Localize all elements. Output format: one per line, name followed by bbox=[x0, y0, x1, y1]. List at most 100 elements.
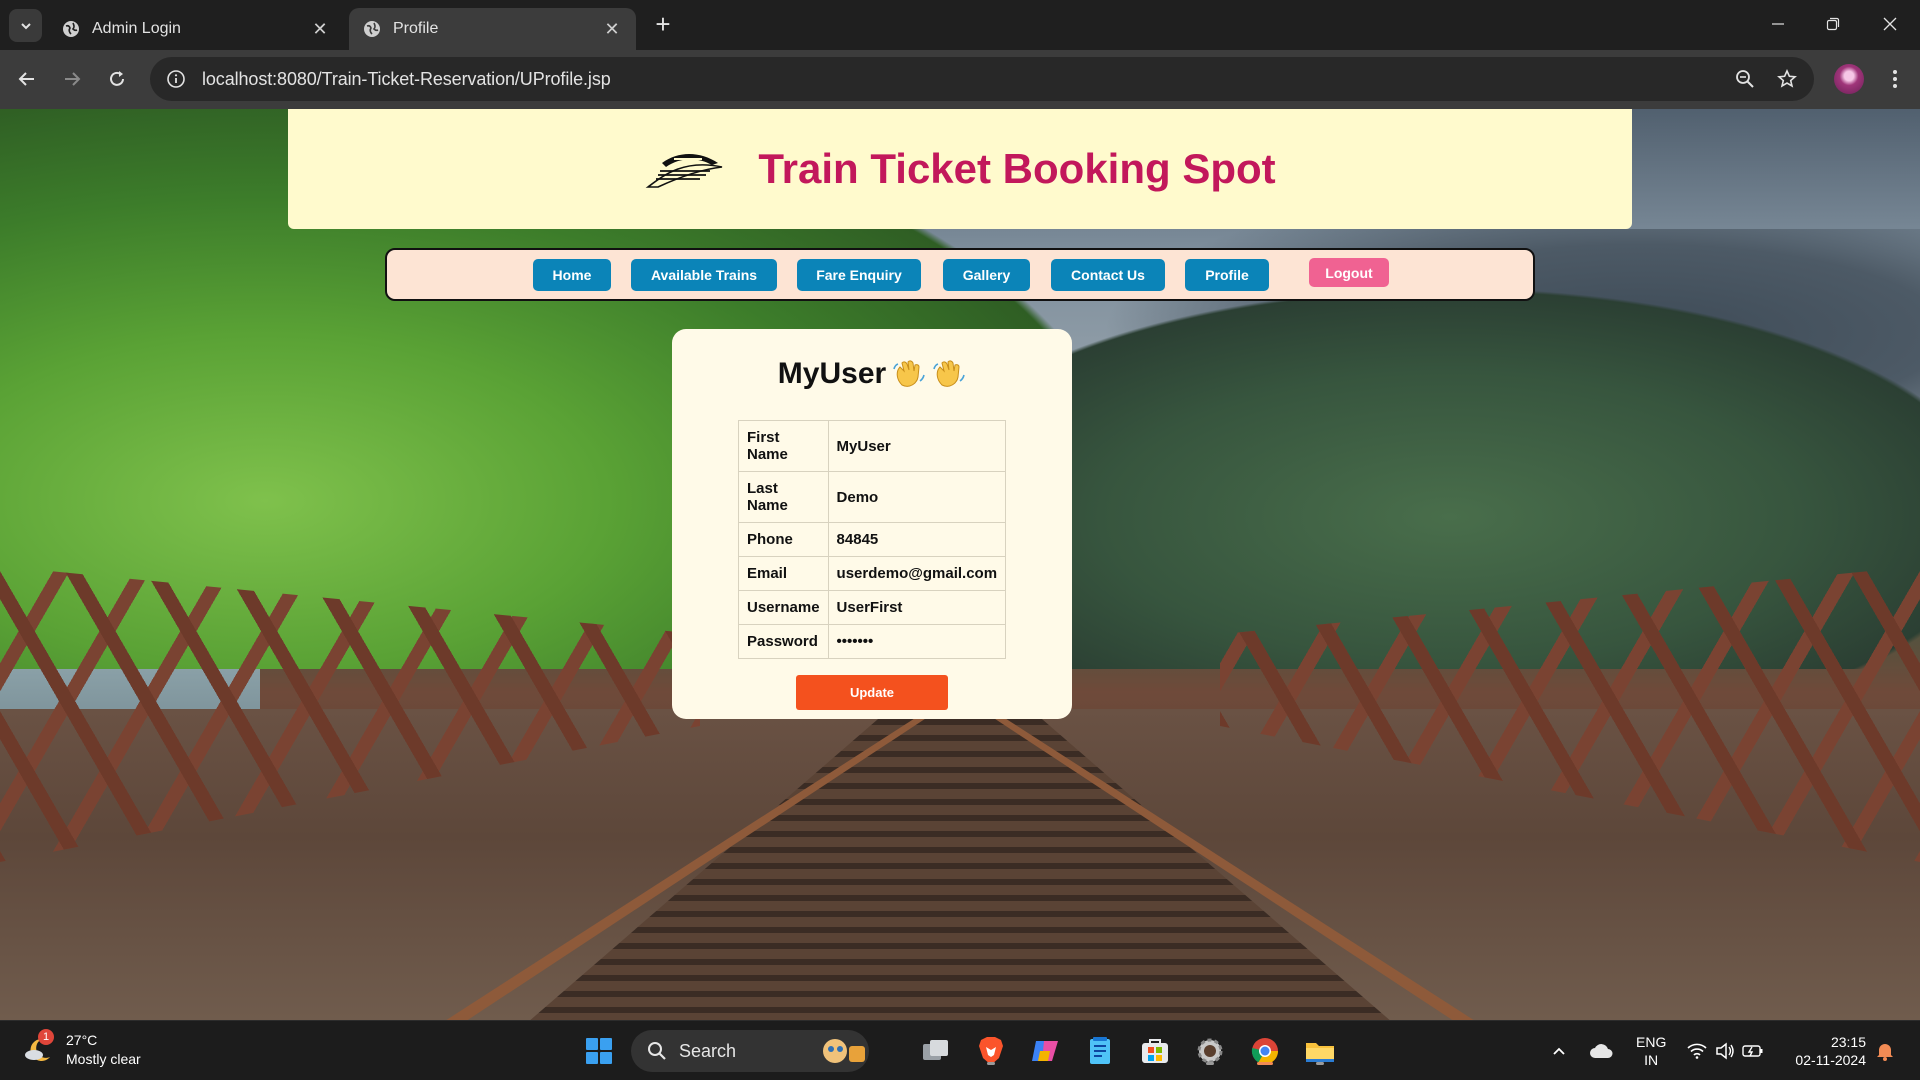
search-highlight-icon bbox=[823, 1039, 865, 1063]
back-button[interactable] bbox=[10, 62, 44, 96]
running-indicator bbox=[1206, 1062, 1214, 1065]
lang-code: ENG bbox=[1636, 1034, 1667, 1050]
cloud-icon bbox=[1590, 1044, 1613, 1058]
field-label: Username bbox=[738, 590, 829, 625]
site-header: Train Ticket Booking Spot bbox=[288, 109, 1632, 229]
globe-icon bbox=[62, 20, 80, 38]
nav-contact-us[interactable]: Contact Us bbox=[1051, 259, 1165, 291]
reload-icon bbox=[110, 71, 124, 86]
windows-logo-icon bbox=[586, 1038, 612, 1064]
volume-tray[interactable] bbox=[1710, 1033, 1740, 1069]
waving-hand-icon bbox=[893, 360, 925, 387]
minimize-icon bbox=[1772, 23, 1784, 25]
profile-table: First Name MyUser Last Name Demo Phone 8… bbox=[738, 420, 1007, 659]
bookmark-star-icon[interactable] bbox=[1772, 64, 1802, 94]
browser-toolbar: localhost:8080/Train-Ticket-Reservation/… bbox=[0, 50, 1920, 109]
close-icon[interactable]: ✕ bbox=[310, 19, 330, 39]
wifi-tray[interactable] bbox=[1682, 1033, 1712, 1069]
field-label: Email bbox=[738, 556, 829, 591]
language-indicator[interactable]: ENG IN bbox=[1636, 1033, 1666, 1069]
field-label: Phone bbox=[738, 522, 829, 557]
waving-hand-icon bbox=[933, 360, 965, 387]
globe-icon bbox=[363, 20, 381, 38]
close-icon[interactable]: ✕ bbox=[602, 19, 622, 39]
taskbar-store[interactable] bbox=[1137, 1033, 1173, 1069]
nav-available-trains[interactable]: Available Trains bbox=[631, 259, 777, 291]
battery-charging-icon bbox=[1742, 1045, 1763, 1057]
start-button[interactable] bbox=[581, 1033, 617, 1069]
task-view-icon bbox=[923, 1040, 948, 1060]
chevron-up-icon bbox=[1553, 1047, 1565, 1055]
table-row: Phone 84845 bbox=[738, 522, 1007, 557]
running-indicator bbox=[1316, 1062, 1324, 1065]
chevron-down-icon bbox=[20, 22, 31, 29]
nav-gallery[interactable]: Gallery bbox=[943, 259, 1030, 291]
table-row: Last Name Demo bbox=[738, 471, 1007, 523]
browser-tab-bar: Admin Login ✕ Profile ✕ + bbox=[0, 0, 1920, 50]
folder-icon bbox=[1306, 1043, 1334, 1062]
address-bar[interactable]: localhost:8080/Train-Ticket-Reservation/… bbox=[150, 57, 1814, 101]
onedrive-tray[interactable] bbox=[1586, 1033, 1616, 1069]
field-label: First Name bbox=[738, 420, 829, 472]
browser-menu-button[interactable] bbox=[1880, 62, 1910, 96]
search-label: Search bbox=[679, 1040, 737, 1061]
field-value: 84845 bbox=[827, 522, 1007, 557]
site-title: Train Ticket Booking Spot bbox=[758, 145, 1276, 192]
copilot-icon bbox=[1032, 1041, 1058, 1061]
weather-badge: 1 bbox=[38, 1029, 54, 1045]
site-info-icon[interactable] bbox=[154, 57, 198, 101]
minimize-button[interactable] bbox=[1756, 6, 1800, 42]
reload-button[interactable] bbox=[100, 62, 134, 96]
field-value: Demo bbox=[827, 471, 1007, 523]
taskbar-notepad[interactable] bbox=[1082, 1033, 1118, 1069]
forward-button[interactable] bbox=[55, 62, 89, 96]
page-viewport: Train Ticket Booking Spot Home Available… bbox=[0, 109, 1920, 1020]
main-nav: Home Available Trains Fare Enquiry Galle… bbox=[385, 248, 1535, 301]
taskbar-brave[interactable] bbox=[973, 1033, 1009, 1069]
tab-profile[interactable]: Profile ✕ bbox=[349, 8, 636, 50]
search-icon bbox=[648, 1042, 666, 1060]
table-row: Username UserFirst bbox=[738, 590, 1007, 625]
weather-text: 27°C Mostly clear bbox=[66, 1031, 141, 1069]
nav-fare-enquiry[interactable]: Fare Enquiry bbox=[797, 259, 921, 291]
field-label: Last Name bbox=[738, 471, 829, 523]
field-value: UserFirst bbox=[827, 590, 1007, 625]
battery-tray[interactable] bbox=[1738, 1033, 1768, 1069]
logout-button[interactable]: Logout bbox=[1309, 258, 1389, 287]
arrow-right-icon bbox=[65, 72, 81, 86]
microsoft-store-icon bbox=[1142, 1039, 1168, 1063]
nav-home[interactable]: Home bbox=[533, 259, 611, 291]
new-tab-button[interactable]: + bbox=[650, 11, 676, 38]
update-button[interactable]: Update bbox=[796, 675, 948, 710]
restore-icon bbox=[1826, 17, 1840, 31]
train-logo-icon bbox=[645, 154, 723, 188]
taskbar-copilot[interactable] bbox=[1027, 1033, 1063, 1069]
table-row: Password ••••••• bbox=[738, 624, 1007, 659]
profile-avatar[interactable] bbox=[1834, 64, 1864, 94]
more-vert-icon bbox=[1893, 70, 1897, 88]
table-row: First Name MyUser bbox=[738, 420, 1007, 472]
task-view-button[interactable] bbox=[918, 1033, 954, 1069]
nav-profile[interactable]: Profile bbox=[1185, 259, 1269, 291]
notepad-icon bbox=[1090, 1037, 1110, 1064]
restore-button[interactable] bbox=[1811, 6, 1855, 42]
weather-desc: Mostly clear bbox=[66, 1051, 141, 1067]
field-label: Password bbox=[738, 624, 829, 659]
weather-temp: 27°C bbox=[66, 1032, 98, 1048]
running-indicator bbox=[1257, 1062, 1273, 1065]
taskbar-search[interactable]: Search bbox=[631, 1030, 869, 1072]
clock-time: 23:15 bbox=[1830, 1034, 1866, 1050]
taskbar-file-explorer[interactable] bbox=[1302, 1033, 1338, 1069]
taskbar-clock[interactable]: 23:15 02-11-2024 bbox=[1786, 1033, 1866, 1069]
bell-icon bbox=[1877, 1044, 1893, 1061]
show-hidden-icons-button[interactable] bbox=[1544, 1033, 1574, 1069]
close-window-button[interactable] bbox=[1868, 6, 1912, 42]
tab-search-button[interactable] bbox=[9, 9, 42, 42]
zoom-icon[interactable] bbox=[1730, 64, 1760, 94]
tab-title: Admin Login bbox=[92, 20, 181, 37]
taskbar-settings-app[interactable] bbox=[1192, 1033, 1228, 1069]
taskbar-chrome[interactable] bbox=[1247, 1033, 1283, 1069]
tab-admin-login[interactable]: Admin Login ✕ bbox=[48, 8, 344, 50]
weather-widget[interactable]: 1 27°C Mostly clear bbox=[22, 1029, 141, 1069]
notifications-button[interactable] bbox=[1870, 1033, 1900, 1069]
